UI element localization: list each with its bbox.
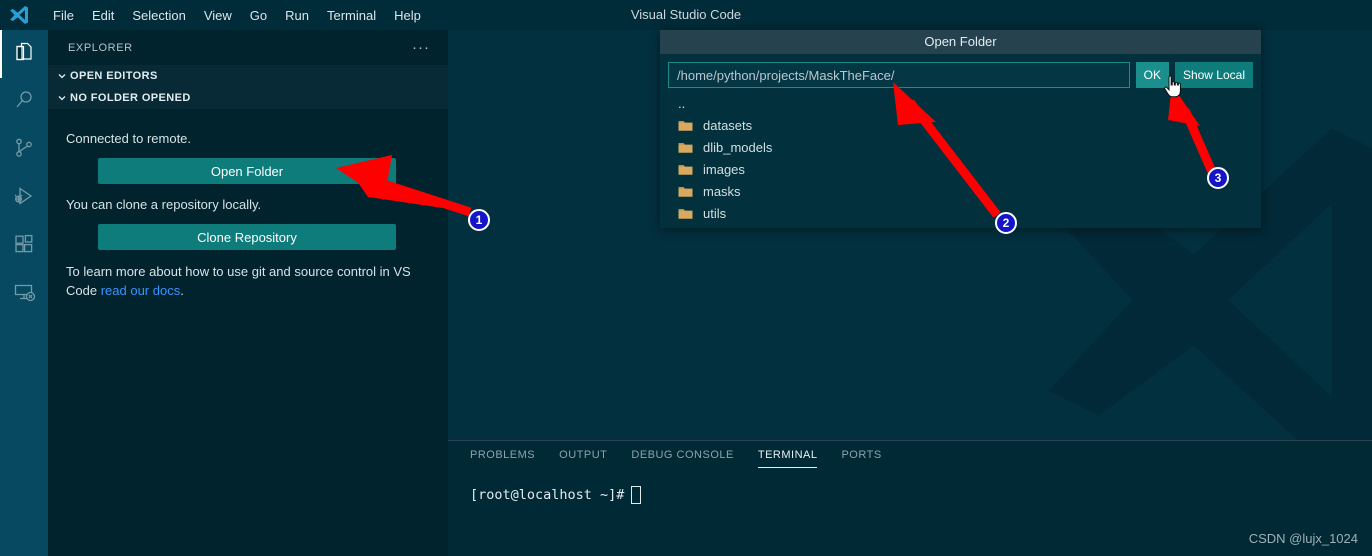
tab-output[interactable]: OUTPUT (559, 449, 607, 468)
vscode-logo-icon (0, 4, 30, 26)
folder-entry-label: dlib_models (703, 139, 773, 155)
more-actions-icon[interactable]: ··· (412, 39, 430, 56)
dialog-path-row: OK Show Local (660, 54, 1261, 88)
section-open-editors-label: OPEN EDITORS (70, 70, 158, 82)
bottom-panel: PROBLEMS OUTPUT DEBUG CONSOLE TERMINAL P… (448, 440, 1372, 556)
activity-item-remote-explorer[interactable] (0, 270, 48, 318)
tab-problems[interactable]: PROBLEMS (470, 449, 535, 468)
read-our-docs-link[interactable]: read our docs (101, 283, 181, 298)
clone-repository-text: You can clone a repository locally. (66, 197, 262, 212)
folder-list: .. datasets dlib_models images masks uti… (660, 88, 1261, 224)
dialog-title: Open Folder (660, 30, 1261, 54)
tab-terminal[interactable]: TERMINAL (757, 449, 818, 468)
menu-item-help[interactable]: Help (385, 5, 430, 26)
menu-item-selection[interactable]: Selection (123, 5, 194, 26)
annotation-badge-2: 2 (995, 212, 1017, 234)
show-local-button[interactable]: Show Local (1174, 62, 1253, 88)
source-control-icon (12, 136, 36, 165)
parent-directory-entry[interactable]: .. (670, 96, 1261, 114)
section-no-folder-opened-label: NO FOLDER OPENED (70, 92, 191, 104)
csdn-watermark: CSDN @lujx_1024 (1248, 531, 1358, 546)
chevron-down-icon (54, 93, 70, 103)
folder-icon (678, 119, 696, 132)
docs-text: To learn more about how to use git and s… (66, 262, 430, 300)
panel-tab-bar: PROBLEMS OUTPUT DEBUG CONSOLE TERMINAL P… (448, 441, 1372, 476)
remote-explorer-icon (12, 280, 36, 309)
connected-to-remote-text: Connected to remote. (66, 131, 192, 146)
folder-path-input[interactable] (668, 62, 1130, 88)
tab-debug-console[interactable]: DEBUG CONSOLE (631, 449, 733, 468)
run-debug-icon (12, 184, 36, 213)
title-bar: File Edit Selection View Go Run Terminal… (0, 0, 1372, 30)
explorer-sidebar: EXPLORER ··· OPEN EDITORS NO FOLDER OPEN… (48, 30, 448, 556)
section-open-editors[interactable]: OPEN EDITORS (48, 65, 448, 87)
menu-item-file[interactable]: File (44, 5, 83, 26)
activity-item-explorer[interactable] (0, 30, 48, 78)
menu-item-go[interactable]: Go (241, 5, 276, 26)
folder-entry-label: images (703, 161, 745, 177)
sidebar-header: EXPLORER ··· (48, 30, 448, 65)
menu-bar: File Edit Selection View Go Run Terminal… (44, 5, 430, 26)
folder-icon (678, 141, 696, 154)
search-icon (12, 88, 36, 117)
tab-ports[interactable]: PORTS (841, 449, 881, 468)
menu-item-terminal[interactable]: Terminal (318, 5, 385, 26)
section-no-folder-opened[interactable]: NO FOLDER OPENED (48, 87, 448, 109)
extensions-icon (12, 232, 36, 261)
folder-icon (678, 185, 696, 198)
open-folder-dialog: Open Folder OK Show Local .. datasets dl… (660, 30, 1261, 228)
folder-entry-datasets[interactable]: datasets (670, 114, 1261, 136)
terminal-output[interactable]: [root@localhost ~]# (448, 476, 1372, 504)
terminal-cursor (631, 486, 642, 504)
ok-button[interactable]: OK (1135, 62, 1169, 88)
folder-entry-images[interactable]: images (670, 158, 1261, 180)
annotation-badge-3: 3 (1207, 167, 1229, 189)
annotation-badge-1: 1 (468, 209, 490, 231)
no-folder-body: Connected to remote. Open Folder You can… (48, 109, 448, 300)
clone-repository-button[interactable]: Clone Repository (98, 224, 396, 250)
activity-bar (0, 30, 48, 556)
activity-item-extensions[interactable] (0, 222, 48, 270)
folder-icon (678, 207, 696, 220)
folder-entry-dlib-models[interactable]: dlib_models (670, 136, 1261, 158)
menu-item-edit[interactable]: Edit (83, 5, 123, 26)
activity-item-search[interactable] (0, 78, 48, 126)
activity-item-run-and-debug[interactable] (0, 174, 48, 222)
folder-icon (678, 163, 696, 176)
folder-entry-masks[interactable]: masks (670, 180, 1261, 202)
open-folder-button[interactable]: Open Folder (98, 158, 396, 184)
activity-item-source-control[interactable] (0, 126, 48, 174)
terminal-prompt: [root@localhost ~]# (470, 487, 625, 503)
vscode-window: File Edit Selection View Go Run Terminal… (0, 0, 1372, 556)
folder-entry-label: datasets (703, 117, 753, 133)
files-icon (12, 40, 36, 69)
menu-item-view[interactable]: View (195, 5, 241, 26)
sidebar-title-label: EXPLORER (68, 41, 133, 54)
folder-entry-utils[interactable]: utils (670, 202, 1261, 224)
menu-item-run[interactable]: Run (276, 5, 318, 26)
chevron-down-icon (54, 71, 70, 81)
docs-text-after: . (180, 283, 184, 298)
folder-entry-label: utils (703, 205, 727, 221)
folder-entry-label: masks (703, 183, 741, 199)
